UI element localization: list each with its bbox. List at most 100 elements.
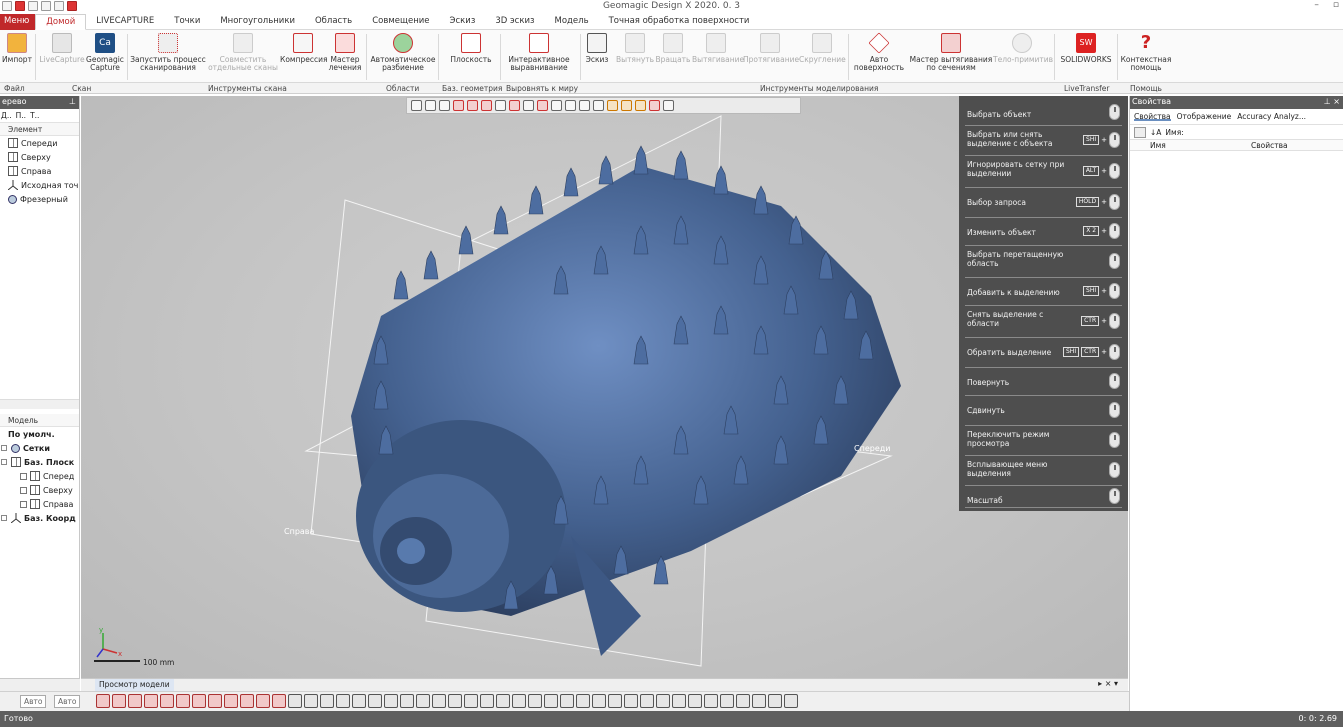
selection-filter-icon[interactable] [160, 694, 174, 708]
selection-filter-icon[interactable] [704, 694, 718, 708]
selection-filter-icon[interactable] [448, 694, 462, 708]
tab-properties[interactable]: Свойства [1134, 112, 1171, 121]
tab-surface-finishing[interactable]: Точная обработка поверхности [599, 14, 760, 30]
tab-region[interactable]: Область [305, 14, 362, 30]
select-through-icon[interactable] [649, 100, 660, 111]
render-mode-icon[interactable] [439, 100, 450, 111]
sketch-button[interactable]: Эскиз [584, 33, 610, 64]
home-view-icon[interactable] [509, 100, 520, 111]
tab-menu[interactable]: Меню [0, 14, 36, 30]
selection-filter-icon[interactable] [720, 694, 734, 708]
pin-icon[interactable]: ⊥ [69, 97, 76, 106]
filter-select-icon[interactable] [635, 100, 646, 111]
selection-filter-icon[interactable] [768, 694, 782, 708]
combine-scans-button[interactable]: Совместить отдельные сканы [208, 33, 278, 72]
healing-wizard-button[interactable]: Мастер лечения [327, 33, 363, 72]
selection-filter-icon[interactable] [480, 694, 494, 708]
visibility-icon[interactable] [20, 486, 27, 494]
context-help-button[interactable]: ? Контекстная помощь [1120, 33, 1172, 72]
tree-tab-params[interactable]: П.. [16, 111, 26, 120]
circle-select-icon[interactable] [565, 100, 576, 111]
selection-filter-icon[interactable] [336, 694, 350, 708]
left-panel-scrollbar[interactable] [0, 678, 80, 691]
tree-item-origin[interactable]: Исходная точ [0, 178, 79, 192]
loft-button[interactable]: Протягивание [743, 33, 799, 64]
cube-view-icon[interactable] [425, 100, 436, 111]
body-primitive-button[interactable]: Тело-примитив [993, 33, 1053, 64]
model-tree-right[interactable]: Справа [0, 497, 79, 511]
selection-filter-icon[interactable] [112, 694, 126, 708]
selection-filter-icon[interactable] [384, 694, 398, 708]
selection-filter-icon[interactable] [96, 694, 110, 708]
line-select-icon[interactable] [523, 100, 534, 111]
3d-viewport[interactable]: y x Спереди Справа 100 mm Выбрать объект… [81, 96, 1128, 678]
fillet-button[interactable]: Скругление [799, 33, 846, 64]
solidworks-button[interactable]: SW SOLIDWORKS [1058, 33, 1114, 64]
rectangle-select-icon[interactable] [537, 100, 548, 111]
expand-icon[interactable] [1, 515, 7, 521]
categorized-icon[interactable] [1134, 126, 1146, 138]
selection-filter-icon[interactable] [320, 694, 334, 708]
selection-filter-icon[interactable] [304, 694, 318, 708]
tab-display[interactable]: Отображение [1177, 112, 1232, 121]
selection-filter-icon[interactable] [256, 694, 270, 708]
maximize-icon[interactable]: ▫ [1333, 0, 1339, 10]
selection-filter-icon[interactable] [560, 694, 574, 708]
front-view-icon[interactable] [467, 100, 478, 111]
extrude-button[interactable]: Вытянуть [616, 33, 654, 64]
selection-filter-icon[interactable] [240, 694, 254, 708]
model-tree-front[interactable]: Сперед [0, 469, 79, 483]
auto-segment-button[interactable]: Автоматическое разбиение [369, 33, 437, 72]
interactive-align-button[interactable]: Интерактивное выравнивание [503, 33, 575, 72]
tab-livecapture[interactable]: LIVECAPTURE [86, 14, 164, 30]
livecapture-button[interactable]: LiveCapture [38, 33, 86, 64]
expand-icon[interactable] [1, 459, 7, 465]
selection-filter-icon[interactable] [288, 694, 302, 708]
selection-filter-icon[interactable] [752, 694, 766, 708]
selection-filter-icon[interactable] [576, 694, 590, 708]
sweep-button[interactable]: Вытягивание [692, 33, 744, 64]
tab-sketch[interactable]: Эскиз [440, 14, 486, 30]
tab-alignment[interactable]: Совмещение [362, 14, 439, 30]
selection-filter-icon[interactable] [128, 694, 142, 708]
run-scan-button[interactable]: Запустить процесс сканирования [130, 33, 206, 72]
tree-item-top[interactable]: Сверху [0, 150, 79, 164]
selection-filter-icon[interactable] [272, 694, 286, 708]
tree-item-milling[interactable]: Фрезерный [0, 192, 79, 206]
visibility-icon[interactable] [20, 500, 27, 508]
minimize-icon[interactable]: – [1314, 0, 1319, 10]
extract-wizard-button[interactable]: Мастер вытягивания по сечениям [909, 33, 993, 72]
selection-filter-icon[interactable] [784, 694, 798, 708]
extend-select-icon[interactable] [621, 100, 632, 111]
model-tree-default[interactable]: По умолч. [0, 427, 79, 441]
selection-filter-icon[interactable] [432, 694, 446, 708]
filter-mode-dropdown[interactable]: Авто [54, 695, 80, 708]
selection-filter-icon[interactable] [176, 694, 190, 708]
tab-3d-sketch[interactable]: 3D эскиз [485, 14, 544, 30]
pin-icon[interactable]: ⊥ × [1324, 97, 1340, 106]
tab-polygons[interactable]: Многоугольники [210, 14, 305, 30]
view-tab-controls[interactable]: ▸ × ▾ [1098, 679, 1118, 688]
import-button[interactable]: Импорт [0, 33, 34, 64]
select-mode-dropdown[interactable]: Авто [20, 695, 46, 708]
selection-filter-icon[interactable] [192, 694, 206, 708]
selection-filter-icon[interactable] [528, 694, 542, 708]
visibility-icon[interactable] [20, 472, 27, 480]
selection-filter-icon[interactable] [656, 694, 670, 708]
view-orientation-icon[interactable] [411, 100, 422, 111]
selection-filter-icon[interactable] [224, 694, 238, 708]
sort-icon[interactable]: ↓A [1150, 128, 1161, 137]
selection-filter-icon[interactable] [640, 694, 654, 708]
compress-button[interactable]: Компрессия [280, 33, 327, 64]
lasso-select-icon[interactable] [579, 100, 590, 111]
selection-filter-icon[interactable] [416, 694, 430, 708]
expand-icon[interactable] [1, 445, 7, 451]
selection-filter-icon[interactable] [400, 694, 414, 708]
selection-filter-icon[interactable] [624, 694, 638, 708]
brush-select-icon[interactable] [607, 100, 618, 111]
tree-item-front[interactable]: Спереди [0, 136, 79, 150]
selection-filter-icon[interactable] [592, 694, 606, 708]
tree-scrollbar[interactable] [0, 399, 79, 409]
auto-surface-button[interactable]: Авто поверхность [851, 32, 907, 72]
selection-filter-icon[interactable] [368, 694, 382, 708]
